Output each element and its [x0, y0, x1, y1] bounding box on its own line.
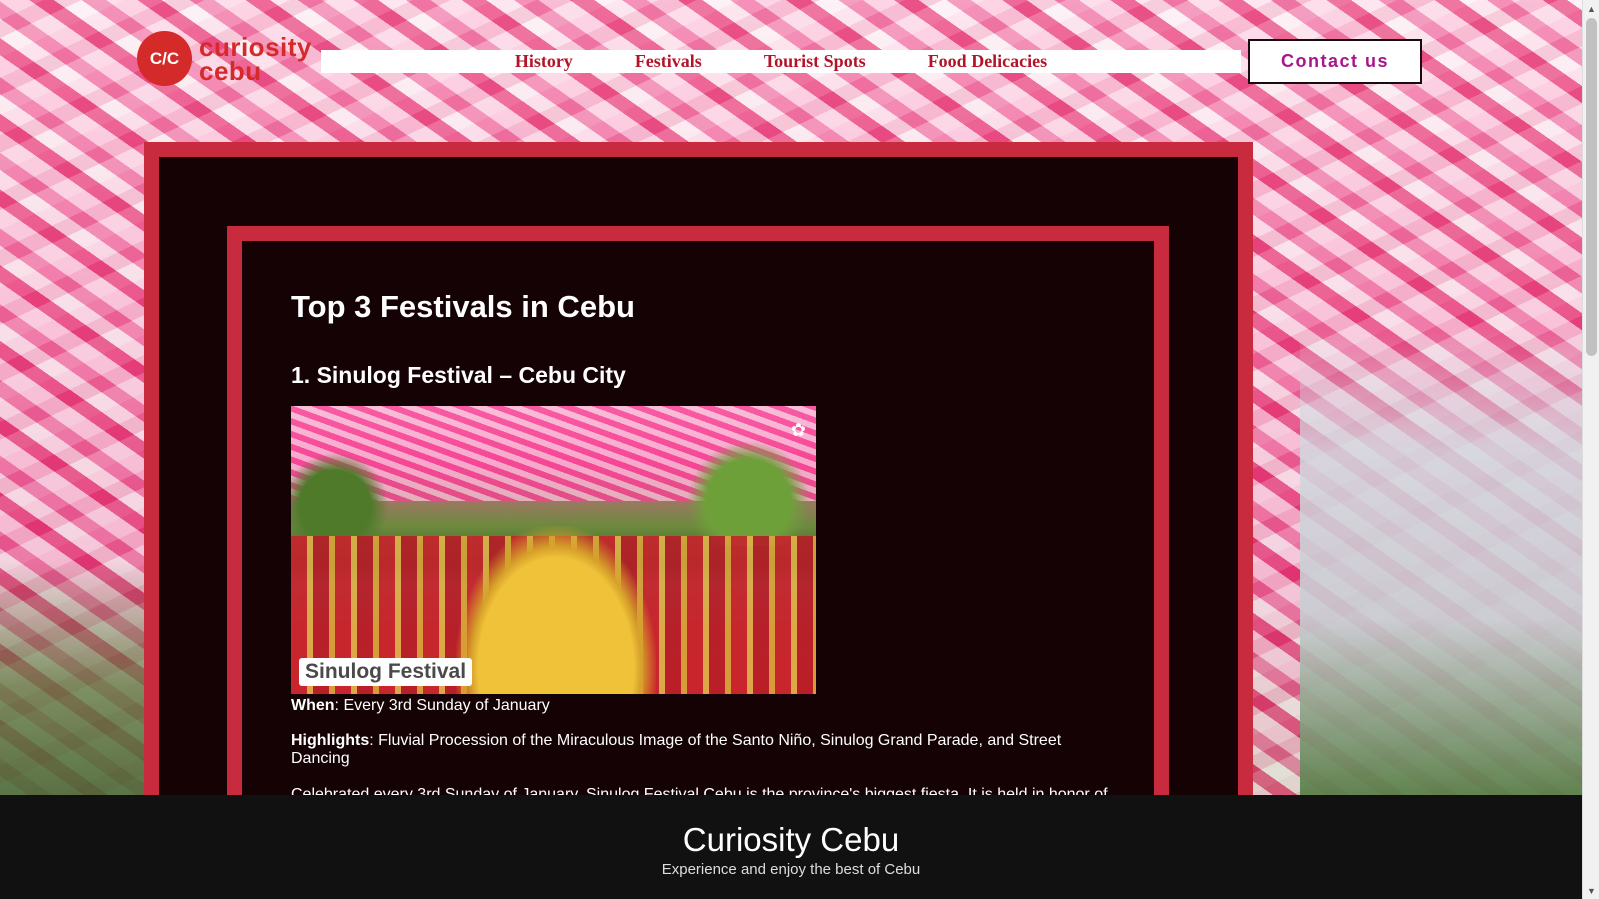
- site-logo[interactable]: C/C curiosity cebu: [137, 31, 312, 86]
- site-footer: Curiosity Cebu Experience and enjoy the …: [0, 795, 1582, 899]
- when-label: When: [291, 697, 335, 714]
- article-panel: Top 3 Festivals in Cebu 1. Sinulog Festi…: [242, 241, 1154, 822]
- sinulog-festival-photo: ✿ Sinulog Festival: [291, 406, 816, 694]
- footer-tagline: Experience and enjoy the best of Cebu: [661, 861, 921, 878]
- background-foliage: [0, 560, 150, 812]
- when-line: When: Every 3rd Sunday of January: [291, 697, 550, 715]
- lotus-logo-icon: ✿: [790, 420, 806, 440]
- scroll-thumb[interactable]: [1586, 18, 1597, 356]
- logo-wordmark: curiosity cebu: [199, 31, 312, 86]
- festival-heading: 1. Sinulog Festival – Cebu City: [291, 362, 626, 388]
- nav-link-food-delicacies[interactable]: Food Delicacies: [928, 51, 1047, 72]
- scroll-down-arrow-icon[interactable]: ▼: [1583, 882, 1599, 899]
- logo-line-1: curiosity: [199, 31, 312, 62]
- scroll-up-arrow-icon[interactable]: ▲: [1583, 0, 1599, 17]
- photo-trees: [681, 436, 816, 546]
- highlights-value: : Fluvial Procession of the Miraculous I…: [291, 732, 1062, 767]
- highlights-label: Highlights: [291, 732, 370, 749]
- logo-line-2: cebu: [199, 55, 262, 86]
- nav-link-tourist-spots[interactable]: Tourist Spots: [764, 51, 866, 72]
- main-navigation: History Festivals Tourist Spots Food Del…: [321, 50, 1241, 73]
- logo-mark-icon: C/C: [137, 31, 192, 86]
- when-value: : Every 3rd Sunday of January: [334, 697, 550, 714]
- page-scrollbar[interactable]: ▲ ▼: [1582, 0, 1599, 899]
- background-building: [1300, 330, 1582, 812]
- nav-link-festivals[interactable]: Festivals: [635, 51, 702, 72]
- photo-caption: Sinulog Festival: [299, 658, 473, 686]
- highlights-line: Highlights: Fluvial Procession of the Mi…: [291, 732, 1081, 768]
- contact-us-button[interactable]: Contact us: [1248, 39, 1422, 84]
- footer-title: Curiosity Cebu: [682, 821, 900, 858]
- nav-link-history[interactable]: History: [515, 51, 573, 72]
- photo-festival-queen: [456, 526, 656, 694]
- page-title: Top 3 Festivals in Cebu: [291, 289, 635, 324]
